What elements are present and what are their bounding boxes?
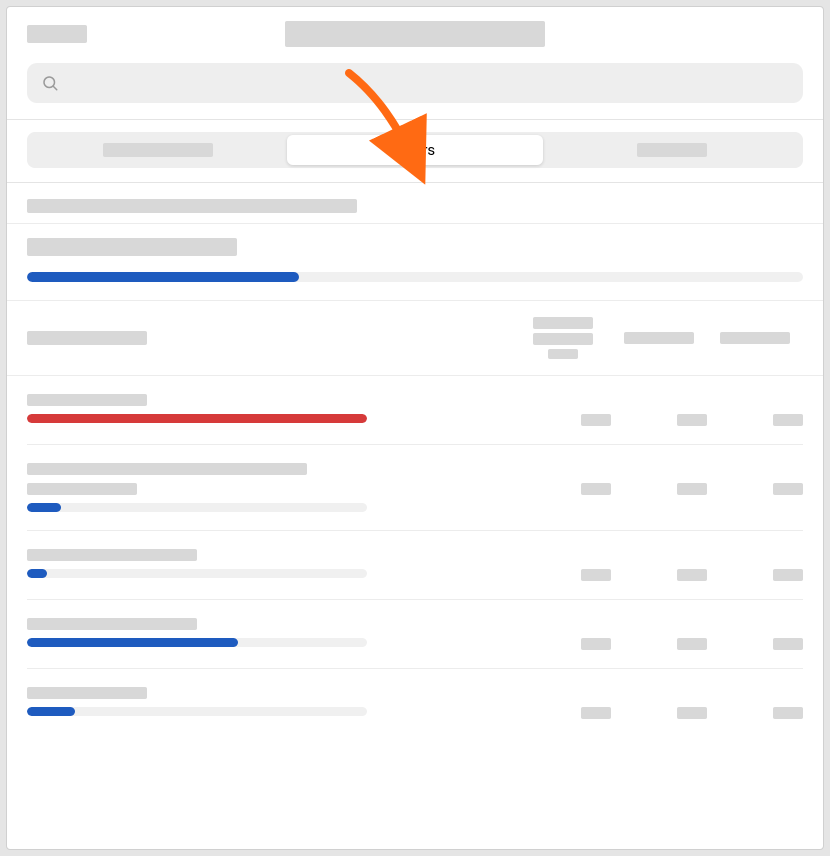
overall-progress-track xyxy=(27,272,803,282)
tab-left-label-placeholder xyxy=(103,143,213,157)
list-item-values xyxy=(515,549,803,581)
list-item-values xyxy=(515,394,803,426)
overall-row xyxy=(7,224,823,301)
list-item-left xyxy=(27,618,515,647)
list-item-value xyxy=(707,707,803,719)
col3-line1 xyxy=(720,332,790,344)
list-item-left xyxy=(27,687,515,716)
list-item[interactable] xyxy=(27,445,803,531)
list-item-progress-fill xyxy=(27,503,61,512)
list-item-value xyxy=(515,414,611,426)
list-item-value xyxy=(611,569,707,581)
col1-line3 xyxy=(548,349,578,359)
list-item-values xyxy=(515,463,803,495)
column-headers-label xyxy=(27,331,515,345)
list-item-value xyxy=(515,483,611,495)
list-item-progress-fill xyxy=(27,638,238,647)
list-item-value-placeholder xyxy=(581,414,611,426)
list-item-value-placeholder xyxy=(773,569,803,581)
list-item-value-placeholder xyxy=(581,483,611,495)
list-item-value xyxy=(611,707,707,719)
header-title-wrap xyxy=(87,21,743,47)
list-item-values xyxy=(515,618,803,650)
list-item-value-placeholder xyxy=(581,569,611,581)
col1-line2 xyxy=(533,333,593,345)
list-item-progress-track xyxy=(27,638,367,647)
header-title-placeholder xyxy=(285,21,545,47)
column-header-1 xyxy=(515,317,611,359)
list-item-title-placeholder xyxy=(27,687,147,699)
search-icon xyxy=(41,74,59,92)
col2-line1 xyxy=(624,332,694,344)
list-item-value xyxy=(515,707,611,719)
rows-list xyxy=(7,376,823,737)
tab-left[interactable] xyxy=(30,135,287,165)
tab-right[interactable] xyxy=(543,135,800,165)
column-headers-row xyxy=(7,301,823,376)
section-header-placeholder xyxy=(27,199,357,213)
list-item-value-placeholder xyxy=(773,414,803,426)
list-item-title-placeholder xyxy=(27,463,307,475)
list-item-value-placeholder xyxy=(677,569,707,581)
list-item-progress-track xyxy=(27,503,367,512)
list-item[interactable] xyxy=(27,376,803,445)
list-item-value-placeholder xyxy=(773,483,803,495)
overall-progress-fill xyxy=(27,272,299,282)
list-item-progress-track xyxy=(27,707,367,716)
tabs-wrap: Hours xyxy=(7,120,823,183)
list-item-values xyxy=(515,687,803,719)
list-item-value xyxy=(707,569,803,581)
list-item-title-placeholder xyxy=(27,618,197,630)
list-item-left xyxy=(27,549,515,578)
header xyxy=(7,7,823,57)
content xyxy=(7,183,823,737)
list-item[interactable] xyxy=(27,600,803,669)
tab-right-label-placeholder xyxy=(637,143,707,157)
header-left-placeholder xyxy=(27,25,87,43)
list-item-value-placeholder xyxy=(677,707,707,719)
list-item-value xyxy=(611,638,707,650)
segmented-control: Hours xyxy=(27,132,803,168)
list-item-value-placeholder xyxy=(773,707,803,719)
list-item-value xyxy=(515,569,611,581)
column-label-placeholder xyxy=(27,331,147,345)
list-item-value-placeholder xyxy=(677,483,707,495)
list-item-value xyxy=(611,483,707,495)
list-item-progress-fill xyxy=(27,707,75,716)
list-item-progress-fill xyxy=(27,569,47,578)
column-header-3 xyxy=(707,332,803,344)
column-header-2 xyxy=(611,332,707,344)
tab-hours[interactable]: Hours xyxy=(287,135,544,165)
list-item-title-placeholder xyxy=(27,549,197,561)
list-item-value-placeholder xyxy=(677,638,707,650)
list-item-value xyxy=(515,638,611,650)
section-header xyxy=(7,183,823,224)
list-item[interactable] xyxy=(27,531,803,600)
list-item-value xyxy=(707,638,803,650)
list-item-value-placeholder xyxy=(581,638,611,650)
overall-title-placeholder xyxy=(27,238,237,256)
list-item-value xyxy=(707,483,803,495)
search-wrap xyxy=(7,57,823,120)
list-item-title-placeholder xyxy=(27,483,137,495)
list-item-value xyxy=(611,414,707,426)
app-frame: Hours xyxy=(6,6,824,850)
list-item-left xyxy=(27,394,515,423)
list-item-progress-fill xyxy=(27,414,367,423)
tab-hours-label: Hours xyxy=(395,141,435,159)
list-item[interactable] xyxy=(27,669,803,737)
list-item-title-placeholder xyxy=(27,394,147,406)
list-item-value xyxy=(707,414,803,426)
col1-line1 xyxy=(533,317,593,329)
list-item-value-placeholder xyxy=(677,414,707,426)
list-item-progress-track xyxy=(27,569,367,578)
list-item-left xyxy=(27,463,515,512)
search-input[interactable] xyxy=(27,63,803,103)
list-item-value-placeholder xyxy=(581,707,611,719)
list-item-progress-track xyxy=(27,414,367,423)
list-item-value-placeholder xyxy=(773,638,803,650)
